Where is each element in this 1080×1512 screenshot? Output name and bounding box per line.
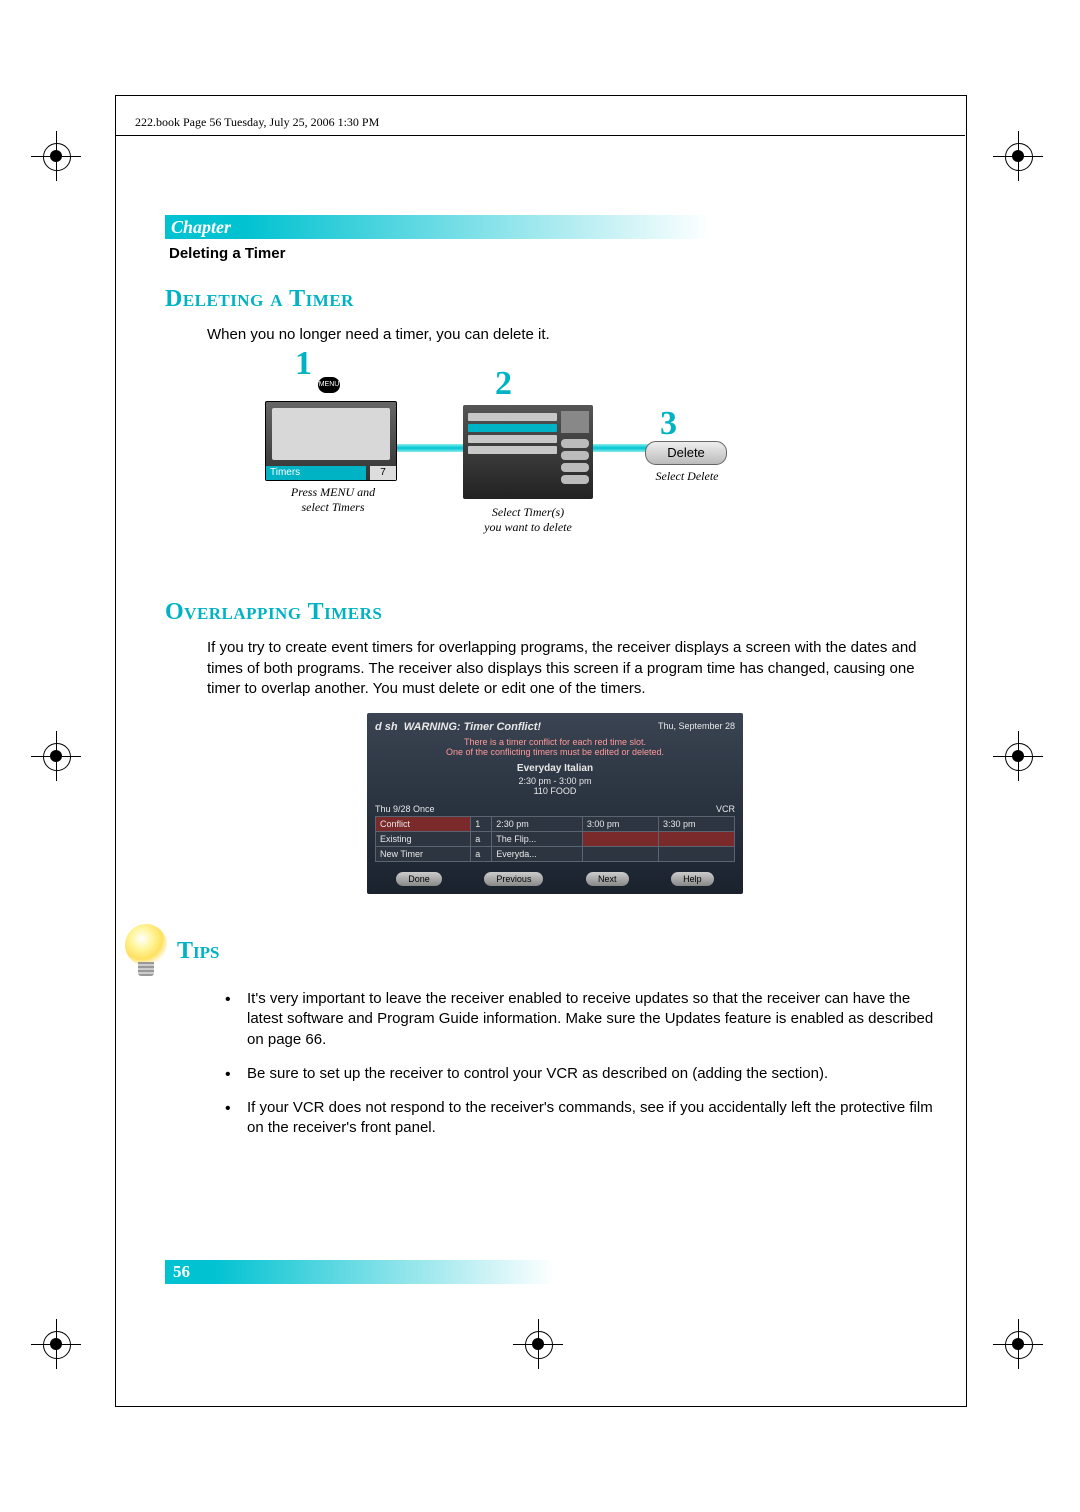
crop-mark-icon — [1002, 1328, 1034, 1360]
conflict-time-channel: 2:30 pm - 3:00 pm110 FOOD — [375, 776, 735, 796]
lightbulb-icon — [121, 922, 171, 986]
crop-mark-icon — [40, 1328, 72, 1360]
step2-caption: Select Timer(s) you want to delete — [463, 505, 593, 535]
tip-item: It's very important to leave the receive… — [225, 989, 945, 1050]
timer-conflict-screenshot: d sh WARNING: Timer Conflict! Thu, Septe… — [367, 713, 743, 894]
next-button: Next — [586, 872, 629, 886]
book-metadata-line: 222.book Page 56 Tuesday, July 25, 2006 … — [135, 115, 379, 130]
conflict-date: Thu, September 28 — [658, 721, 735, 733]
menu-screen-thumbnail: Timers 7 — [265, 401, 397, 481]
crop-mark-icon — [40, 140, 72, 172]
step-number-1: 1 — [295, 345, 312, 383]
tips-list: It's very important to leave the receive… — [225, 989, 945, 1139]
section-header: Deleting a Timer — [169, 245, 945, 262]
timers-screen-thumbnail — [463, 405, 593, 499]
caption-line: Select Timer(s) — [492, 505, 564, 519]
menu-item-timers: Timers — [266, 466, 366, 480]
caption-line: select Timers — [302, 500, 365, 514]
delete-button: Delete — [645, 441, 727, 465]
heading-overlapping-timers: Overlapping Timers — [165, 599, 945, 626]
tip-item: Be sure to set up the receiver to contro… — [225, 1064, 945, 1084]
conflict-title: WARNING: Timer Conflict! — [404, 721, 541, 733]
caption-line: Press MENU and — [291, 485, 375, 499]
divider — [115, 135, 965, 136]
page-number-bar: 56 — [165, 1260, 945, 1284]
heading-tips: Tips — [177, 938, 945, 965]
page-number: 56 — [165, 1262, 190, 1281]
done-button: Done — [396, 872, 442, 886]
step-number-3: 3 — [660, 405, 677, 443]
crop-mark-icon — [1002, 140, 1034, 172]
conflict-program: Everyday Italian — [375, 763, 735, 774]
conflict-row-right: VCR — [716, 804, 735, 814]
menu-button-icon: MENU — [318, 377, 340, 393]
caption-line: you want to delete — [484, 520, 572, 534]
conflict-table: Conflict1 2:30 pm3:00 pm3:30 pm Existing… — [375, 816, 735, 862]
help-button: Help — [671, 872, 714, 886]
heading-deleting-timer: Deleting a Timer — [165, 286, 945, 313]
previous-button: Previous — [484, 872, 543, 886]
conflict-row-left: Thu 9/28 Once — [375, 804, 435, 814]
chapter-label: Chapter — [165, 217, 231, 237]
tip-item: If your VCR does not respond to the rece… — [225, 1098, 945, 1139]
body-text: If you try to create event timers for ov… — [207, 638, 945, 699]
conflict-message: There is a timer conflict for each red t… — [375, 737, 735, 757]
step3-caption: Select Delete — [645, 469, 729, 484]
body-text: When you no longer need a timer, you can… — [207, 325, 945, 345]
step1-caption: Press MENU and select Timers — [273, 485, 393, 515]
brand-logo: d sh — [375, 721, 398, 733]
menu-item-number: 7 — [370, 466, 396, 480]
chapter-bar: Chapter — [165, 215, 945, 239]
step-number-2: 2 — [495, 365, 512, 403]
crop-mark-icon — [40, 740, 72, 772]
crop-mark-icon — [1002, 740, 1034, 772]
steps-diagram: 1 MENU Timers 7 Press MENU and select Ti… — [205, 359, 945, 559]
